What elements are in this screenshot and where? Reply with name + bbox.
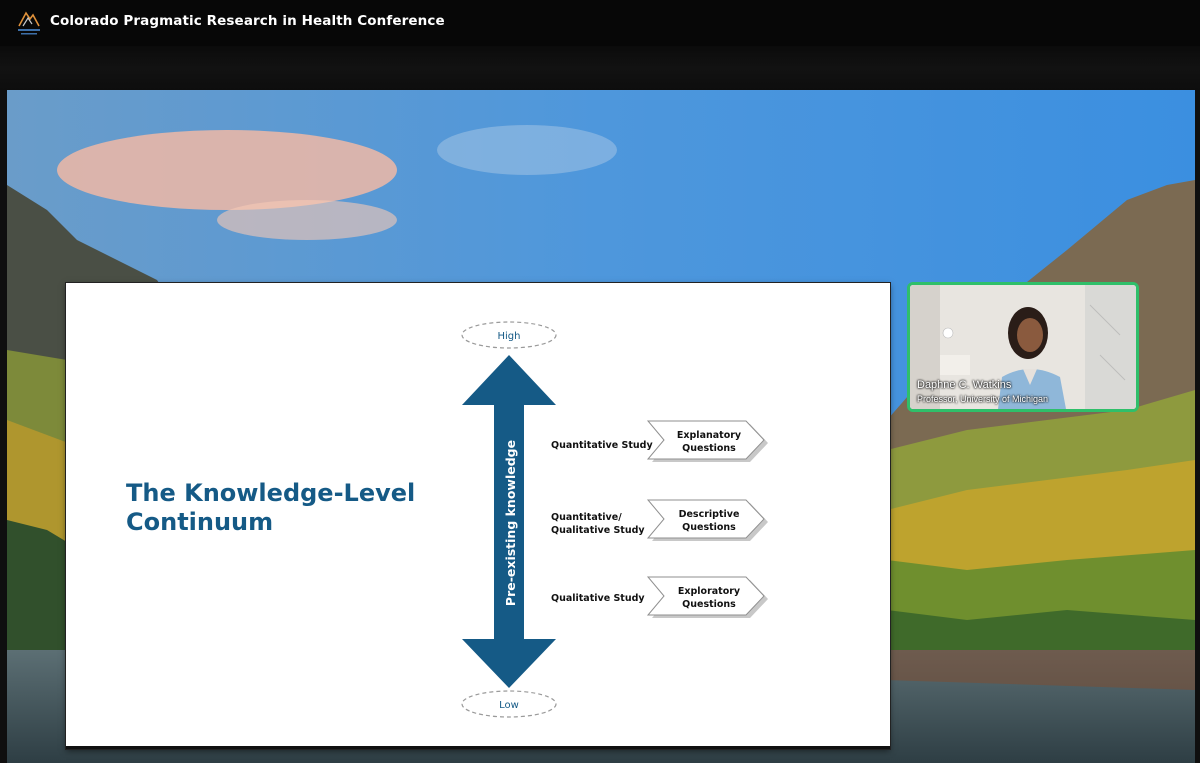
toolbar-strip bbox=[0, 46, 1200, 90]
question-label-exploratory-2: Questions bbox=[682, 599, 736, 610]
question-label-explanatory-1: Explanatory bbox=[677, 430, 742, 441]
question-label-descriptive-2: Questions bbox=[682, 522, 736, 533]
question-label-explanatory-2: Questions bbox=[682, 443, 736, 454]
app-title: Colorado Pragmatic Research in Health Co… bbox=[50, 13, 445, 29]
study-label-mixed-2: Qualitative Study bbox=[551, 525, 645, 536]
study-label-qualitative: Qualitative Study bbox=[551, 593, 645, 604]
question-label-descriptive-1: Descriptive bbox=[679, 509, 740, 520]
continuum-diagram: High Pre-existing knowledge Low Quantita… bbox=[461, 321, 768, 718]
study-label-mixed-1: Quantitative/ bbox=[551, 512, 622, 523]
low-label: Low bbox=[499, 700, 519, 711]
speaker-name: Daphne C. Watkins bbox=[917, 379, 1012, 391]
presentation-slide: The Knowledge-Level Continuum High Pre-e… bbox=[66, 283, 890, 749]
axis-label: Pre-existing knowledge bbox=[503, 440, 518, 606]
conference-logo-icon bbox=[18, 11, 40, 35]
question-label-exploratory-1: Exploratory bbox=[678, 586, 741, 597]
study-label-quantitative: Quantitative Study bbox=[551, 440, 653, 451]
speaker-role: Professor, University of Michigan bbox=[917, 394, 1049, 404]
speaker-video-tile[interactable]: Daphne C. Watkins Professor, University … bbox=[907, 282, 1139, 412]
top-bar: Colorado Pragmatic Research in Health Co… bbox=[0, 0, 1200, 46]
high-label: High bbox=[498, 331, 521, 342]
